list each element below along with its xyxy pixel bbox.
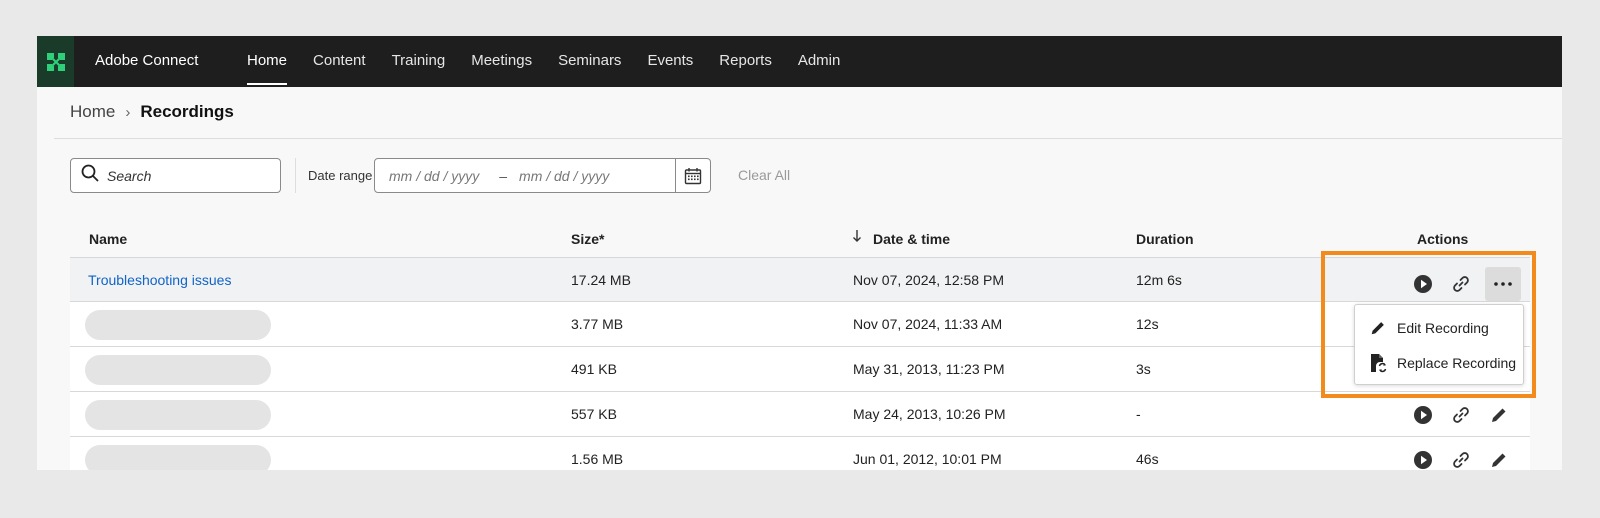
search-field[interactable] — [70, 158, 281, 193]
redacted-name-placeholder — [85, 310, 271, 340]
search-input[interactable] — [107, 167, 267, 184]
header-divider — [54, 138, 1562, 139]
row-actions — [1409, 401, 1523, 429]
pencil-icon[interactable] — [1485, 401, 1513, 429]
more-actions-menu: Edit Recording Replace Recording — [1354, 304, 1524, 385]
search-icon — [81, 164, 99, 187]
breadcrumb-current: Recordings — [140, 102, 234, 121]
adobe-connect-logo-icon[interactable] — [37, 36, 74, 87]
link-icon[interactable] — [1447, 270, 1475, 298]
date-separator: – — [499, 167, 508, 184]
nav-item-reports[interactable]: Reports — [719, 36, 772, 87]
replace-file-icon — [1369, 353, 1389, 373]
top-navigation-bar: Adobe Connect Home Content Training Meet… — [37, 36, 1562, 87]
row-actions — [1409, 267, 1521, 301]
nav-item-seminars[interactable]: Seminars — [558, 36, 621, 87]
redacted-name-placeholder — [85, 400, 271, 430]
redacted-name-placeholder — [85, 355, 271, 385]
app-name: Adobe Connect — [95, 52, 199, 69]
recording-size: 1.56 MB — [571, 451, 624, 467]
nav-item-training[interactable]: Training — [392, 36, 446, 87]
recording-date: Nov 07, 2024, 12:58 PM — [853, 272, 1004, 288]
nav-item-admin[interactable]: Admin — [798, 36, 841, 87]
chevron-right-icon: › — [125, 103, 131, 121]
table-row[interactable]: 3.77 MB Nov 07, 2024, 11:33 AM 12s — [70, 302, 1530, 347]
recording-name-link[interactable]: Troubleshooting issues — [88, 272, 231, 288]
recording-date: May 24, 2013, 10:26 PM — [853, 406, 1006, 422]
pencil-icon — [1369, 319, 1389, 337]
recording-date: Jun 01, 2012, 10:01 PM — [853, 451, 1002, 467]
calendar-icon[interactable] — [675, 159, 710, 192]
date-range-label: Date range — [308, 168, 373, 183]
recording-duration: 12s — [1136, 316, 1159, 332]
date-to-input[interactable]: mm / dd / yyyy — [519, 168, 609, 184]
menu-item-replace-recording[interactable]: Replace Recording — [1355, 346, 1523, 380]
menu-item-label: Replace Recording — [1397, 355, 1517, 371]
recording-size: 17.24 MB — [571, 272, 631, 288]
app-window: Adobe Connect Home Content Training Meet… — [37, 36, 1562, 470]
table-row[interactable]: Troubleshooting issues 17.24 MB Nov 07, … — [70, 257, 1530, 302]
link-icon[interactable] — [1447, 446, 1475, 470]
breadcrumb: Home › Recordings — [70, 102, 234, 122]
recording-duration: 3s — [1136, 361, 1151, 377]
table-row[interactable]: 1.56 MB Jun 01, 2012, 10:01 PM 46s — [70, 437, 1530, 470]
column-header-actions: Actions — [1417, 231, 1469, 247]
nav-item-meetings[interactable]: Meetings — [471, 36, 532, 87]
column-header-duration[interactable]: Duration — [1136, 231, 1194, 247]
column-header-name[interactable]: Name — [89, 231, 127, 247]
date-range-field[interactable]: mm / dd / yyyy – mm / dd / yyyy — [374, 158, 711, 193]
play-icon[interactable] — [1409, 270, 1437, 298]
breadcrumb-home[interactable]: Home — [70, 102, 115, 122]
date-from-input[interactable]: mm / dd / yyyy — [389, 168, 479, 184]
row-actions — [1409, 446, 1523, 470]
nav-item-home[interactable]: Home — [247, 36, 288, 87]
recording-date: Nov 07, 2024, 11:33 AM — [853, 316, 1003, 332]
recording-size: 3.77 MB — [571, 316, 624, 332]
recording-size: 557 KB — [571, 406, 617, 422]
filter-divider — [295, 158, 296, 193]
nav-item-events[interactable]: Events — [647, 36, 693, 87]
pencil-icon[interactable] — [1485, 446, 1513, 470]
recording-duration: - — [1136, 406, 1141, 422]
column-header-size[interactable]: Size* — [571, 231, 604, 247]
more-actions-button[interactable] — [1485, 267, 1521, 301]
nav-item-content[interactable]: Content — [313, 36, 366, 87]
menu-item-edit-recording[interactable]: Edit Recording — [1355, 311, 1523, 345]
redacted-name-placeholder — [85, 445, 271, 470]
link-icon[interactable] — [1447, 401, 1475, 429]
table-row[interactable]: 491 KB May 31, 2013, 11:23 PM 3s — [70, 347, 1530, 392]
column-header-date[interactable]: Date & time — [873, 231, 950, 247]
table-row[interactable]: 557 KB May 24, 2013, 10:26 PM - — [70, 392, 1530, 437]
main-nav: Home Content Training Meetings Seminars … — [247, 36, 866, 87]
recording-size: 491 KB — [571, 361, 617, 377]
recording-duration: 12m 6s — [1136, 272, 1182, 288]
arrow-down-icon — [852, 229, 862, 248]
clear-all-button[interactable]: Clear All — [738, 167, 790, 183]
recording-duration: 46s — [1136, 451, 1159, 467]
recording-date: May 31, 2013, 11:23 PM — [853, 361, 1005, 377]
ellipsis-icon — [1494, 282, 1512, 286]
play-icon[interactable] — [1409, 401, 1437, 429]
menu-item-label: Edit Recording — [1397, 320, 1489, 336]
play-icon[interactable] — [1409, 446, 1437, 470]
